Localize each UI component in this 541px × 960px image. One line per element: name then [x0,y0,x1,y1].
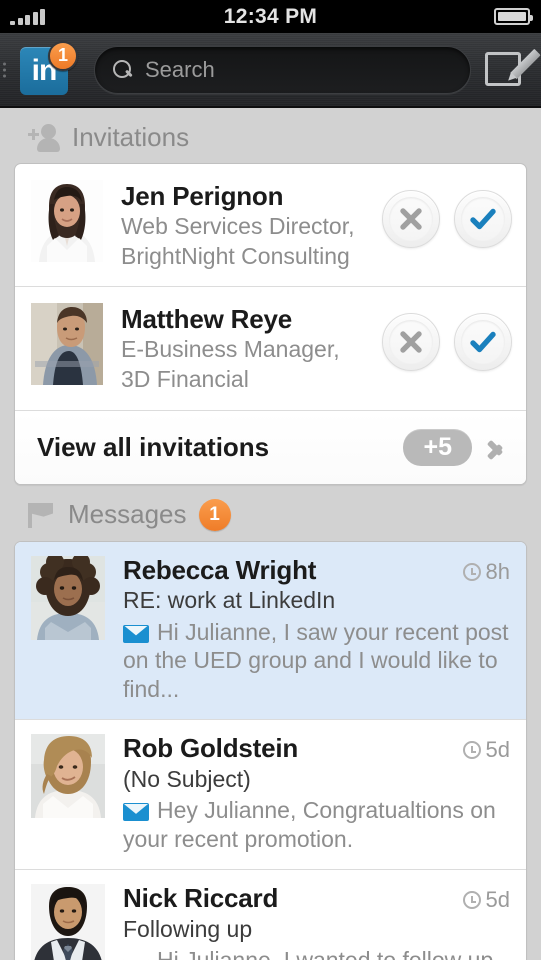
messages-section-header: Messages 1 [0,485,541,541]
message-body: Nick Riccard 5d Following up Hi Julianne… [105,883,510,960]
message-body: Rob Goldstein 5d (No Subject) Hey Julian… [105,733,510,853]
messages-card: Rebecca Wright 8h RE: work at LinkedIn H… [14,540,527,960]
message-sender-name: Rebecca Wright [123,554,317,585]
status-bar-clock: 12:34 PM [223,4,318,28]
linkedin-logo-button[interactable]: in 1 [20,40,78,97]
check-icon [470,332,496,353]
view-all-invitations-button[interactable]: View all invitations +5 [15,410,526,484]
content-scroll-area[interactable]: Invitations Jen Perignon Web Services Di… [0,108,541,960]
grip-dots-icon [3,62,6,77]
message-preview: Hi Julianne, I saw your recent post on t… [123,618,510,704]
view-all-invitations-count: +5 [403,428,472,466]
message-sender-name: Nick Riccard [123,883,279,914]
invitation-actions [382,180,512,248]
message-preview: Hey Julianne, Congratualtions on your re… [123,796,510,853]
close-x-icon [400,208,422,230]
messages-unread-badge: 1 [198,498,231,531]
envelope-unread-icon [123,803,149,822]
accept-invitation-button[interactable] [454,190,512,248]
chevron-right-icon [488,434,504,460]
message-preview-text: Hey Julianne, Congratualtions on your re… [123,797,496,852]
compose-icon[interactable] [485,48,541,92]
message-subject: (No Subject) [123,765,251,792]
invitation-row[interactable]: Jen Perignon Web Services Director, Brig… [15,164,526,288]
message-timestamp: 5d [462,884,510,913]
message-time-text: 8h [485,558,510,584]
clock-icon [462,891,481,910]
avatar [31,180,103,262]
nav-bar: in 1 Search [0,33,541,108]
search-icon [113,59,133,80]
invitation-text: Matthew Reye E-Business Manager, 3D Fina… [103,303,382,393]
invitation-text: Jen Perignon Web Services Director, Brig… [103,180,382,270]
envelope-read-icon [123,953,149,960]
invitation-row[interactable]: Matthew Reye E-Business Manager, 3D Fina… [15,287,526,411]
notification-badge: 1 [48,40,78,71]
invitation-name: Jen Perignon [121,181,284,211]
signal-bars-icon [10,8,45,25]
message-row[interactable]: Rebecca Wright 8h RE: work at LinkedIn H… [15,541,526,721]
search-placeholder: Search [145,56,215,82]
message-time-text: 5d [485,887,510,913]
invitation-headline-line1: E-Business Manager, [121,336,340,363]
clock-icon [462,741,481,760]
message-subject: RE: work at LinkedIn [123,587,336,614]
check-icon [470,208,496,230]
flag-icon [26,501,56,529]
invitations-section-title: Invitations [72,122,190,152]
envelope-unread-icon [123,624,149,643]
invitation-headline-line2: 3D Financial [121,366,249,392]
message-body: Rebecca Wright 8h RE: work at LinkedIn H… [105,554,510,704]
search-field[interactable]: Search [94,45,471,94]
invitation-name: Matthew Reye [121,304,292,335]
message-sender-name: Rob Goldstein [123,733,299,764]
avatar [31,734,105,819]
invitation-actions [382,303,512,372]
message-preview-text: Hi Julianne, I saw your recent post on t… [123,618,509,702]
invitation-headline-line1: Web Services Director, [121,213,355,240]
message-timestamp: 8h [462,556,510,585]
close-x-icon [400,331,422,353]
message-subject: Following up [123,915,253,942]
avatar [31,303,103,386]
invitations-card: Jen Perignon Web Services Director, Brig… [14,163,527,485]
invitations-section-header: Invitations [0,108,541,163]
avatar [31,555,105,640]
message-row[interactable]: Rob Goldstein 5d (No Subject) Hey Julian… [15,720,526,871]
invitation-headline-line2: BrightNight Consulting [121,242,350,269]
message-time-text: 5d [485,737,510,763]
avatar [31,884,105,960]
add-person-icon [26,123,60,152]
message-preview: Hi Julianne, I wanted to follow up on ou… [123,946,510,960]
message-row[interactable]: Nick Riccard 5d Following up Hi Julianne… [15,870,526,960]
message-timestamp: 5d [462,734,510,763]
messages-section-title: Messages [68,499,187,530]
battery-full-icon [494,8,533,25]
view-all-invitations-label: View all invitations [37,431,270,462]
app-screen: 12:34 PM in 1 Search Invitations Jen Per… [0,0,541,960]
decline-invitation-button[interactable] [382,190,440,248]
message-preview-text: Hi Julianne, I wanted to follow up on ou… [157,946,494,960]
decline-invitation-button[interactable] [382,313,440,372]
clock-icon [462,562,481,581]
accept-invitation-button[interactable] [454,313,512,372]
status-bar: 12:34 PM [0,0,541,33]
